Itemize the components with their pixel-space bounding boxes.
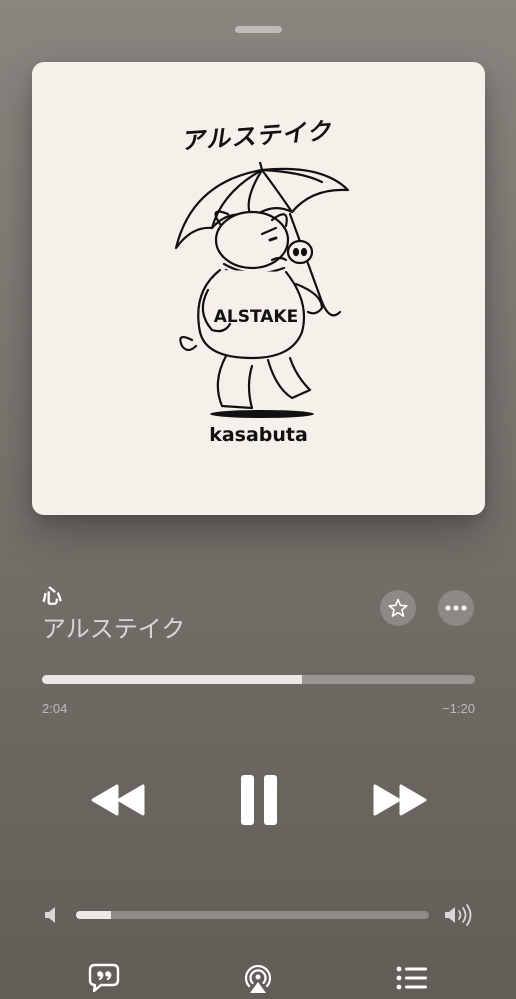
fast-forward-button[interactable] [370, 778, 430, 822]
star-icon [388, 598, 408, 617]
playback-progress-bar[interactable] [42, 675, 475, 684]
artist-name[interactable]: アルステイク [42, 609, 185, 644]
rewind-icon [91, 784, 145, 816]
volume-low-icon [45, 907, 55, 923]
artwork-title-jp: アルステイク [180, 116, 336, 156]
playback-progress-fill [42, 675, 302, 684]
pig-umbrella-illustration: ALSTAKE [174, 162, 350, 418]
album-artwork: アルステイク ALSTAKE kasabuta [32, 62, 485, 515]
elapsed-time: 2:04 [42, 701, 68, 716]
rewind-button[interactable] [88, 778, 148, 822]
lyrics-icon [88, 963, 120, 993]
remaining-time: −1:20 [442, 701, 475, 716]
volume-slider[interactable] [76, 911, 429, 919]
pause-icon [241, 775, 277, 825]
queue-list-icon [396, 966, 427, 990]
song-title[interactable]: 心 [42, 580, 62, 609]
queue-button[interactable] [396, 962, 428, 994]
volume-high-icon [445, 904, 472, 926]
sheet-grabber[interactable] [235, 26, 282, 33]
lyrics-button[interactable] [88, 962, 120, 994]
favorite-button[interactable] [380, 590, 416, 626]
airplay-button[interactable] [242, 962, 274, 994]
volume-slider-fill [76, 911, 112, 919]
artwork-caption: kasabuta [209, 424, 308, 446]
pause-button[interactable] [234, 770, 284, 830]
airplay-icon [244, 964, 272, 993]
fast-forward-icon [373, 784, 427, 816]
ellipsis-icon [445, 605, 467, 611]
sweater-text: ALSTAKE [214, 307, 298, 327]
more-options-button[interactable] [438, 590, 474, 626]
